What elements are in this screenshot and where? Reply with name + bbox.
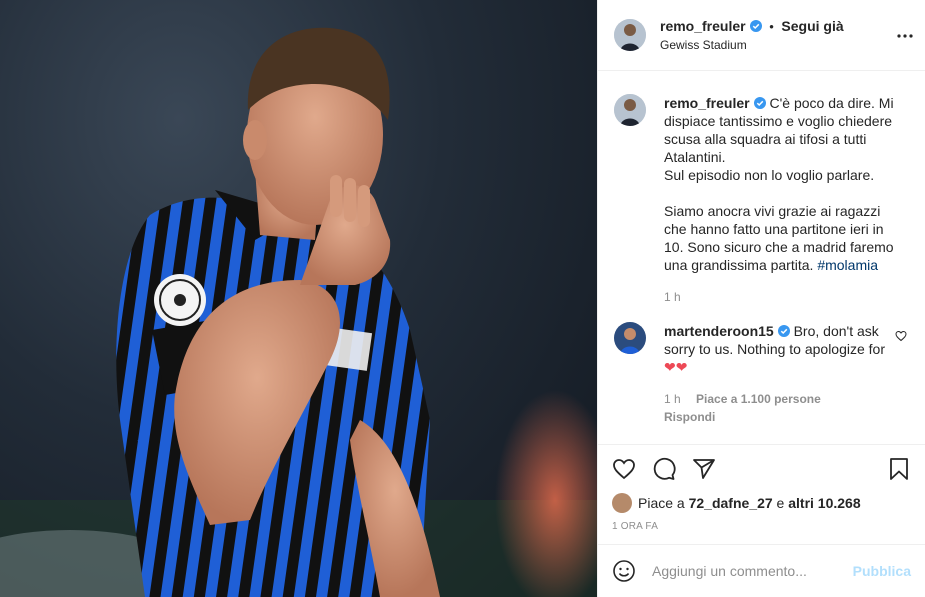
liker-username[interactable]: 72_dafne_27: [689, 495, 773, 511]
post-side-panel: remo_freuler • Segui già Gewiss Stadium …: [597, 0, 925, 597]
commenter-avatar[interactable]: [614, 322, 646, 354]
post-header: remo_freuler • Segui già Gewiss Stadium: [598, 0, 925, 71]
verified-badge-icon: [777, 325, 790, 337]
post-location[interactable]: Gewiss Stadium: [660, 36, 844, 54]
liker-avatar[interactable]: [612, 493, 632, 513]
post-timestamp[interactable]: 1 ora fa: [612, 521, 911, 532]
caption-hashtag[interactable]: #molamia: [817, 257, 878, 273]
bookmark-icon[interactable]: [887, 457, 911, 481]
author-avatar[interactable]: [614, 19, 646, 51]
caption-username[interactable]: remo_freuler: [664, 95, 750, 111]
caption-time[interactable]: 1 h: [664, 290, 681, 304]
caption-avatar[interactable]: [614, 94, 646, 126]
comment-likes[interactable]: Piace a 1.100 persone: [696, 392, 821, 406]
comment-like-heart-icon[interactable]: [895, 330, 907, 342]
instagram-post-view: remo_freuler • Segui già Gewiss Stadium …: [0, 0, 925, 597]
share-icon[interactable]: [692, 457, 716, 481]
likes-prefix: Piace a: [638, 495, 685, 511]
comment-input[interactable]: [652, 563, 853, 579]
reply-button[interactable]: Rispondi: [664, 408, 896, 426]
caption-meta: 1 h: [664, 288, 896, 306]
player-photo-illustration: [0, 27, 597, 597]
caption-body: remo_freuler C'è poco da dire. Mi dispia…: [664, 94, 896, 306]
post-actions: Piace a 72_dafne_27 e altri 10.268 1 ora…: [598, 444, 925, 544]
likes-others[interactable]: altri 10.268: [788, 495, 860, 511]
more-options-icon[interactable]: [895, 26, 915, 46]
caption: remo_freuler C'è poco da dire. Mi dispia…: [614, 94, 909, 306]
commenter-username[interactable]: martenderoon15: [664, 323, 774, 339]
comment-item: martenderoon15 Bro, don't ask sorry to u…: [614, 322, 909, 426]
author-username[interactable]: remo_freuler: [660, 18, 746, 34]
comment-icon[interactable]: [652, 457, 676, 481]
action-icons: [612, 455, 911, 483]
header-text: remo_freuler • Segui già Gewiss Stadium: [660, 17, 844, 54]
comments-section[interactable]: remo_freuler C'è poco da dire. Mi dispia…: [598, 72, 925, 444]
comment-body: martenderoon15 Bro, don't ask sorry to u…: [664, 322, 896, 426]
follow-button[interactable]: Segui già: [781, 18, 843, 34]
comment-composer: Pubblica: [598, 544, 925, 597]
likes-middle: e: [776, 495, 785, 511]
publish-button[interactable]: Pubblica: [853, 563, 911, 579]
heart-icon[interactable]: [612, 457, 636, 481]
verified-badge-icon: [753, 97, 766, 109]
comment-time[interactable]: 1 h: [664, 392, 681, 406]
likes-summary[interactable]: Piace a 72_dafne_27 e altri 10.268: [612, 493, 911, 513]
comment-meta: 1 h Piace a 1.100 persone: [664, 390, 896, 408]
verified-badge-icon: [749, 19, 762, 32]
post-photo[interactable]: [0, 0, 597, 597]
emoji-icon[interactable]: [612, 559, 636, 583]
separator-dot: •: [769, 18, 774, 34]
heart-emoji: ❤❤: [664, 359, 688, 375]
